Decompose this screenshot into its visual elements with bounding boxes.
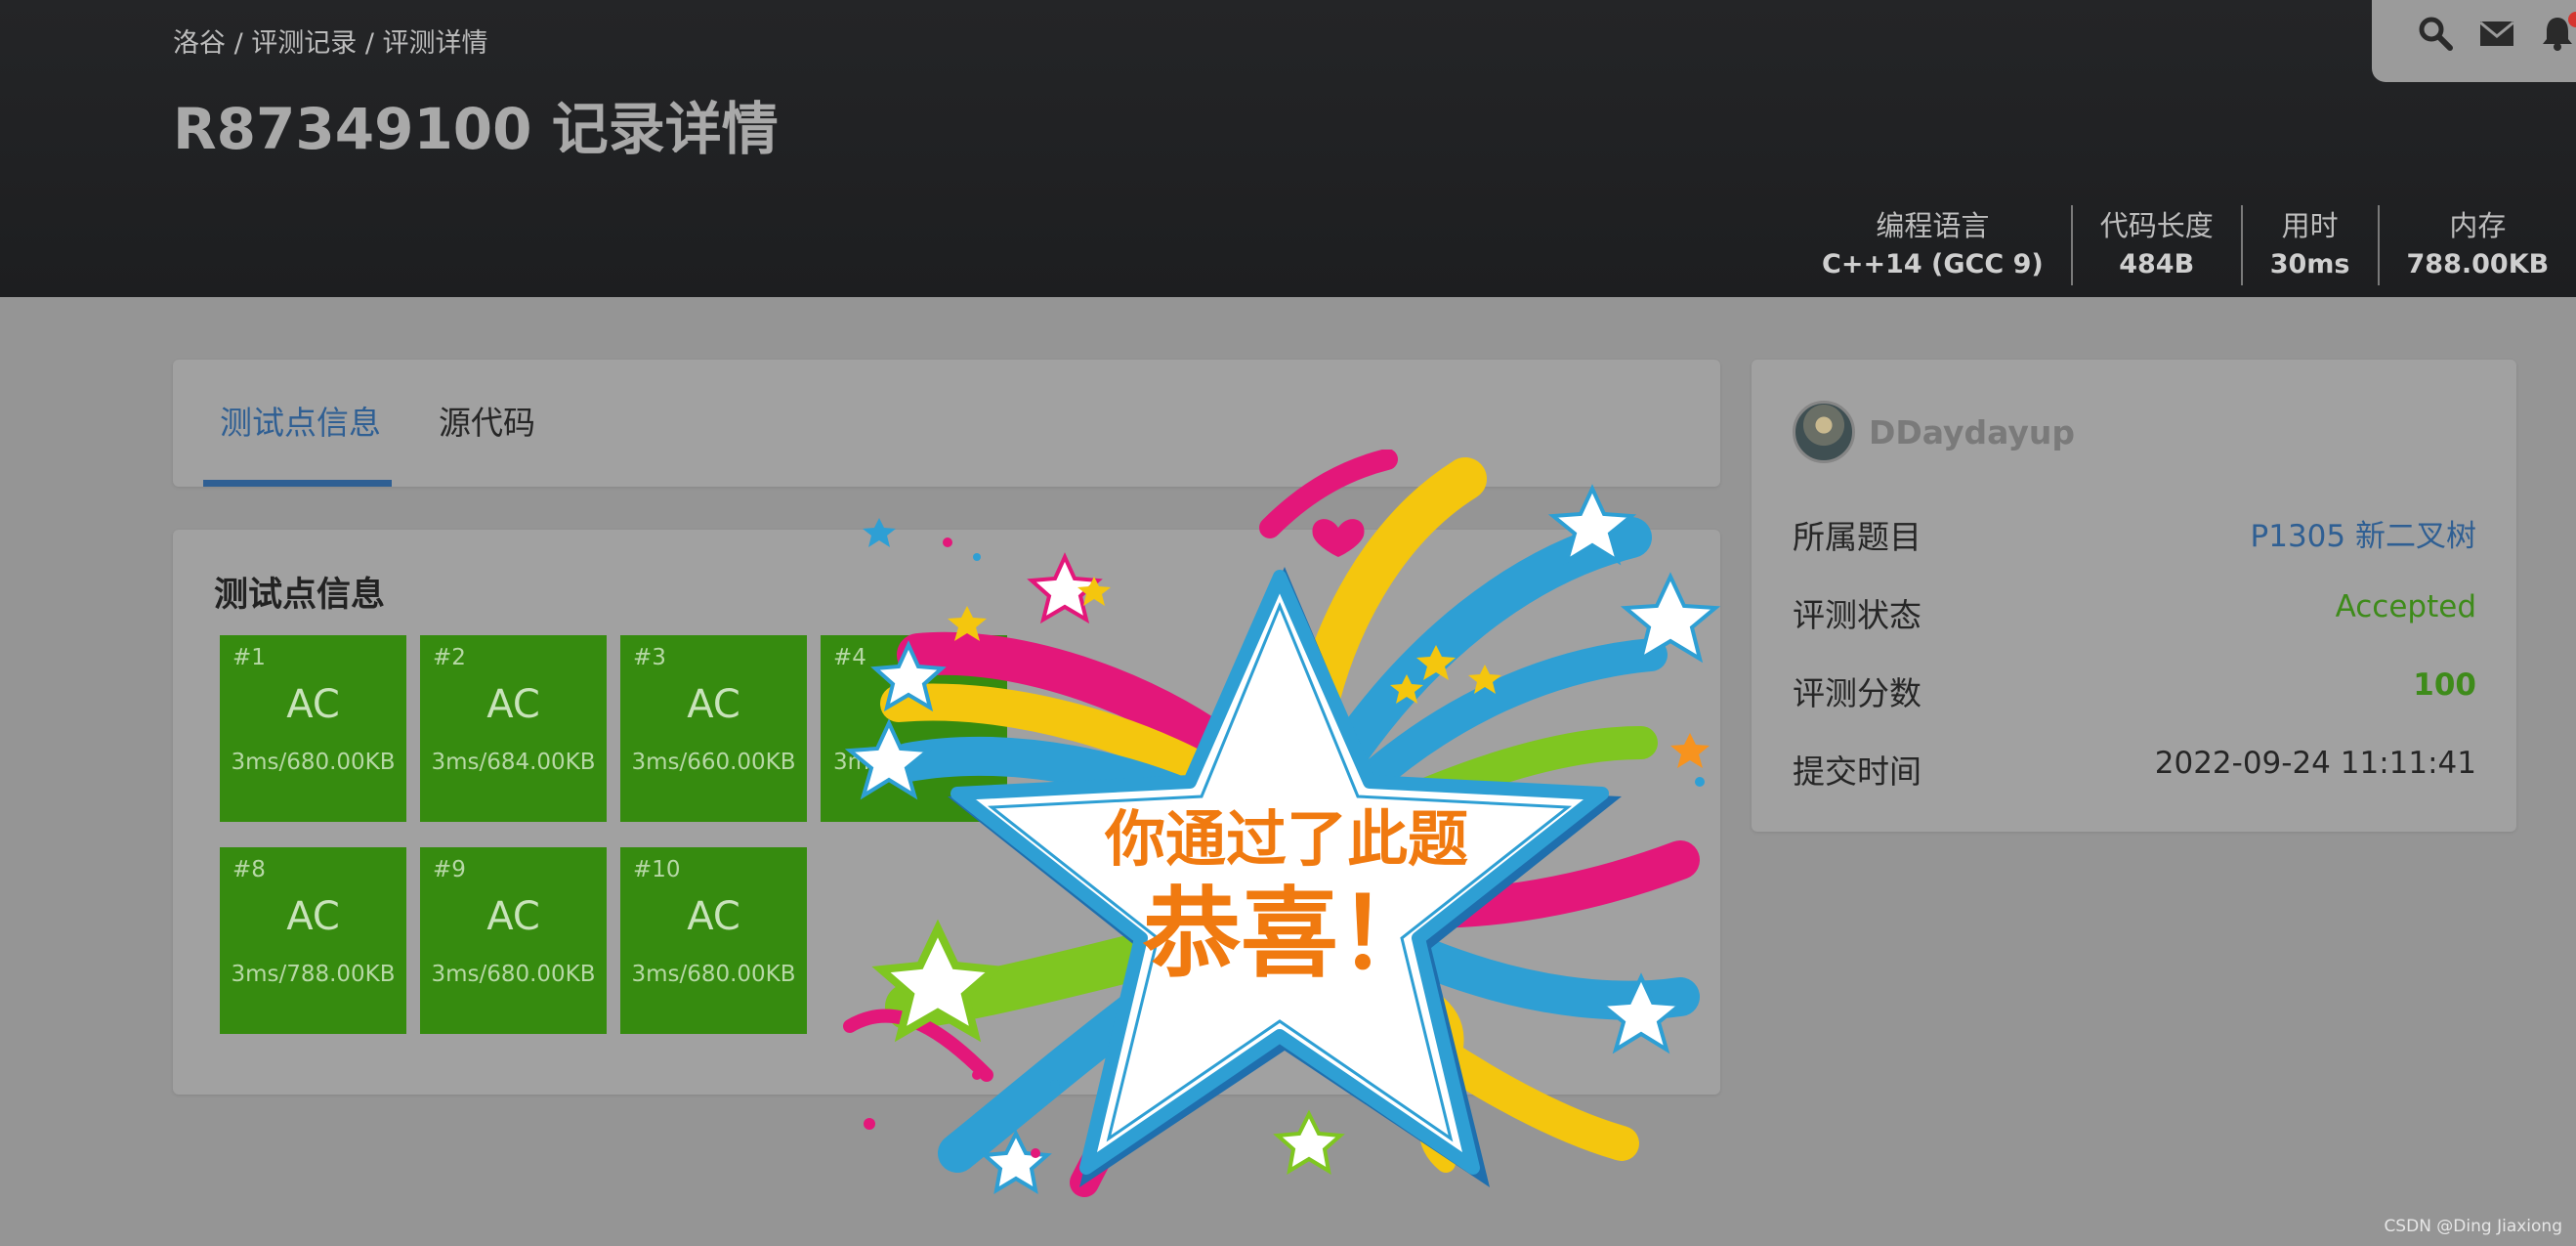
tab-testcases[interactable]: 测试点信息 [220,360,381,487]
stat-label: 代码长度 [2099,209,2214,242]
info-label: 提交时间 [1793,752,1921,791]
section-title: 测试点信息 [214,576,386,615]
active-tab-indicator [203,480,392,487]
info-row-status: 评测状态 Accepted [1793,589,2476,638]
testcase-tile[interactable]: #3 AC 3ms/660.00KB [620,635,807,822]
info-label: 所属题目 [1793,518,1921,556]
stat-value: 484B [2119,249,2195,279]
testcase-status: AC [687,894,740,939]
testcase-meta: 3ms/660.00KB [631,750,796,775]
testcase-status: AC [687,682,740,727]
testcase-id: #10 [633,857,681,882]
info-row-problem: 所属题目 P1305 新二叉树 [1793,511,2476,560]
testcase-tile[interactable]: #10 AC 3ms/680.00KB [620,847,807,1034]
top-toolbar [2372,0,2576,82]
testcase-id: #2 [433,645,466,670]
mail-icon[interactable] [2477,14,2516,53]
stat-time: 用时 30ms [2240,205,2378,285]
testcase-meta: 3ms/788.00KB [231,962,396,987]
stat-language: 编程语言 C++14 (GCC 9) [1822,205,2071,285]
celebration-line1: 你通过了此题 [1104,803,1468,875]
stat-label: 编程语言 [1876,209,1990,242]
stat-value: 788.00KB [2406,249,2550,279]
search-icon[interactable] [2416,14,2455,53]
celebration-line2: 恭喜！ [1142,877,1436,991]
testcase-meta: 3ms/680.00KB [231,750,396,775]
username-link[interactable]: DDaydayup [1869,413,2075,451]
score-value: 100 [2413,667,2476,703]
testcase-id: #1 [232,645,266,670]
info-label: 评测分数 [1793,674,1921,712]
stat-value: C++14 (GCC 9) [1822,249,2044,279]
record-stats: 编程语言 C++14 (GCC 9) 代码长度 484B 用时 30ms 内存 … [1822,205,2576,285]
stat-code-length: 代码长度 484B [2070,205,2241,285]
testcase-id: #9 [433,857,466,882]
page-title: R87349100 记录详情 [173,96,779,162]
testcase-id: #3 [633,645,666,670]
testcase-tile[interactable]: #1 AC 3ms/680.00KB [220,635,406,822]
problem-link[interactable]: P1305 新二叉树 [2251,511,2476,555]
status-value: Accepted [2335,589,2476,624]
stat-value: 30ms [2269,249,2350,279]
testcase-meta: 3ms/680.00KB [431,962,596,987]
stat-label: 用时 [2281,209,2339,242]
page-header: 洛谷 / 评测记录 / 评测详情 R87349100 记录详情 编程语言 C++… [0,0,2576,297]
testcase-status: AC [486,894,540,939]
stat-label: 内存 [2449,209,2507,242]
info-row-score: 评测分数 100 [1793,667,2476,716]
testcase-tile[interactable]: #9 AC 3ms/680.00KB [420,847,607,1034]
breadcrumb[interactable]: 洛谷 / 评测记录 / 评测详情 [173,21,488,60]
tab-source-code[interactable]: 源代码 [439,360,535,487]
testcase-tile[interactable]: #8 AC 3ms/788.00KB [220,847,406,1034]
testcase-status: AC [286,894,340,939]
testcase-id: #8 [232,857,266,882]
testcase-meta: 3ms/680.00KB [631,962,796,987]
celebration-popup[interactable]: 你通过了此题 恭喜！ [840,450,1758,1202]
info-row-submit-time: 提交时间 2022-09-24 11:11:41 [1793,746,2476,795]
testcase-status: AC [286,682,340,727]
submission-info-card: DDaydayup 所属题目 P1305 新二叉树 评测状态 Accepted … [1752,360,2516,832]
testcase-status: AC [486,682,540,727]
submit-time-value: 2022-09-24 11:11:41 [2154,746,2476,781]
testcase-tile[interactable]: #2 AC 3ms/684.00KB [420,635,607,822]
avatar[interactable] [1793,401,1855,463]
info-label: 评测状态 [1793,596,1921,634]
watermark: CSDN @Ding Jiaxiong [2384,1217,2562,1236]
testcase-meta: 3ms/684.00KB [431,750,596,775]
stat-memory: 内存 788.00KB [2377,205,2576,285]
